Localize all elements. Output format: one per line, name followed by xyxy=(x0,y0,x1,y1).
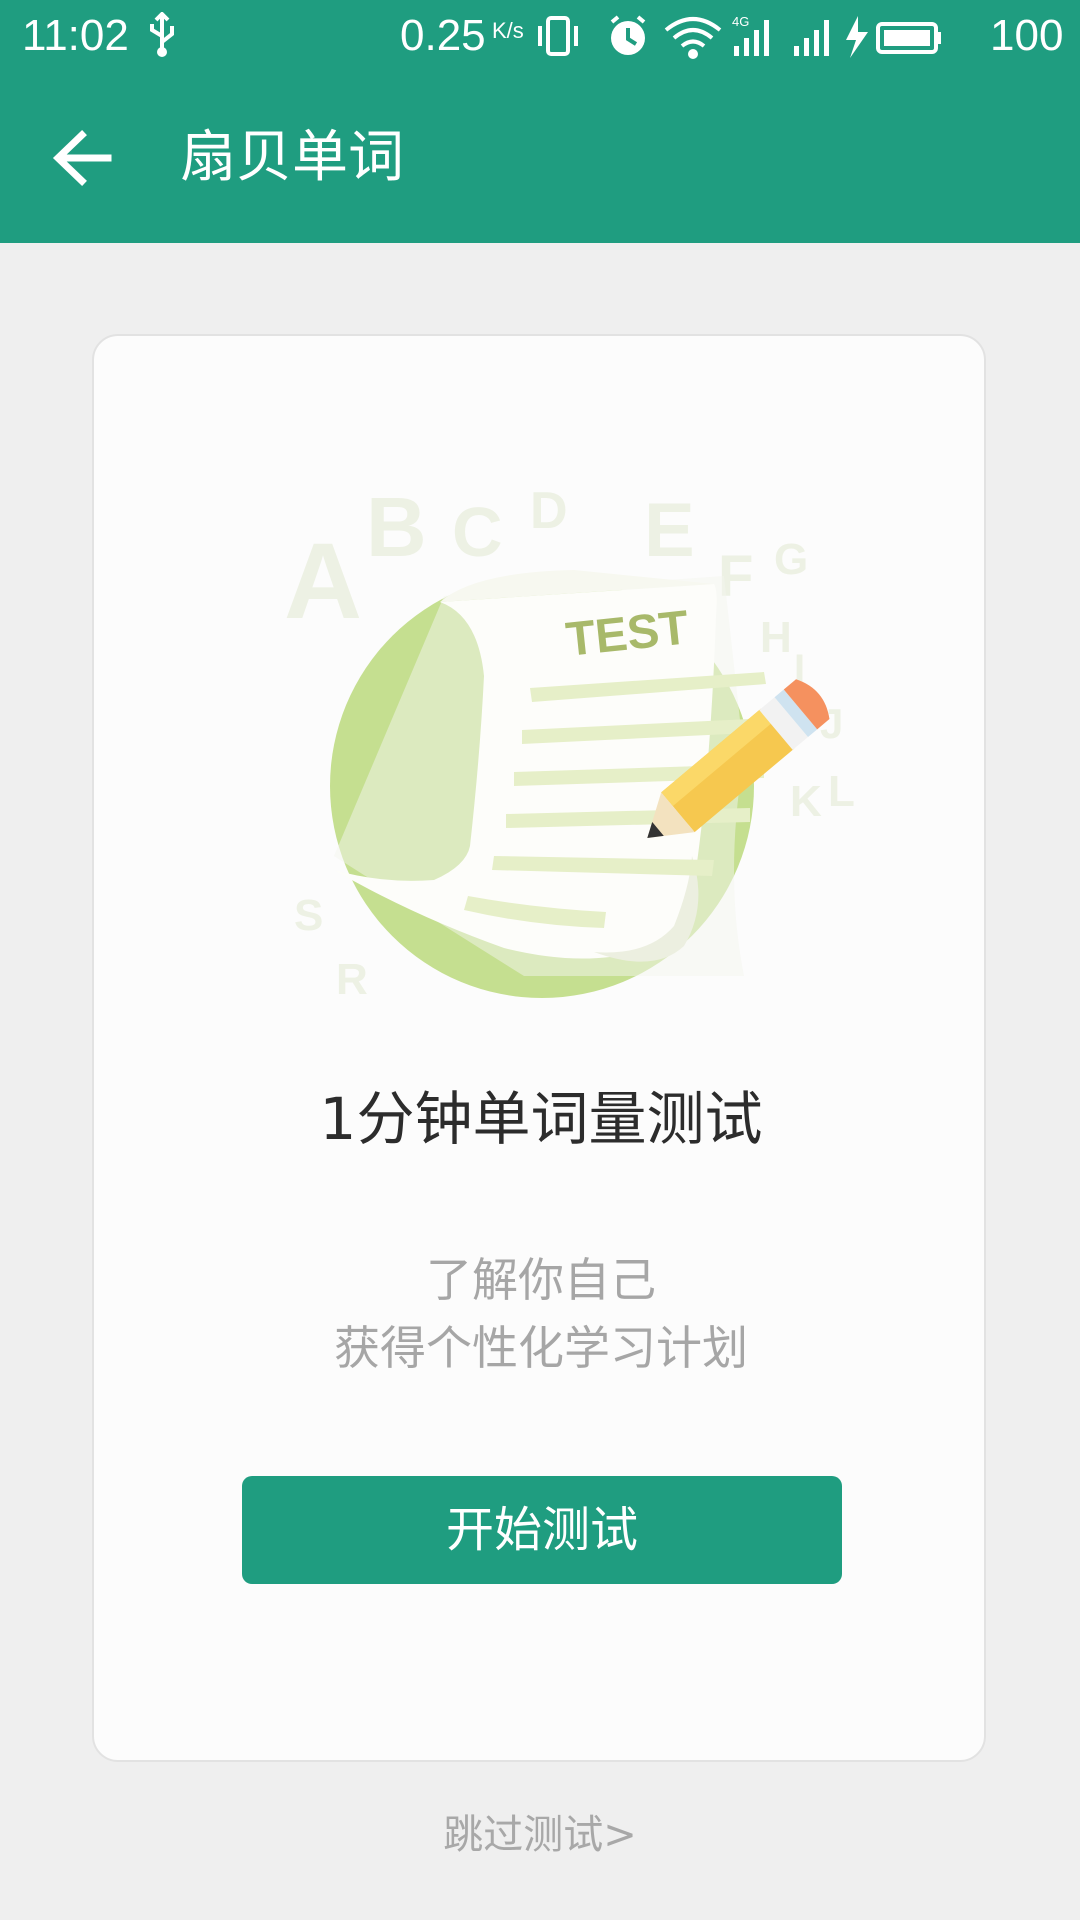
svg-text:4G: 4G xyxy=(732,14,749,29)
status-time: 11:02 xyxy=(22,11,129,60)
letter-k: K xyxy=(790,777,822,826)
vibrate-icon xyxy=(538,16,578,56)
letter-b: B xyxy=(366,480,427,574)
card-description: 了解你自己 获得个性化学习计划 xyxy=(94,1246,988,1382)
letter-l: L xyxy=(828,767,855,816)
network-speed-unit: K/s xyxy=(492,18,524,43)
start-test-button[interactable]: 开始测试 xyxy=(242,1476,842,1584)
app-bar: 扇贝单词 xyxy=(0,75,1080,243)
usb-icon xyxy=(146,11,178,63)
letter-s: S xyxy=(294,891,323,940)
letter-g: G xyxy=(774,535,808,584)
card-title: 1分钟单词量测试 xyxy=(319,1085,763,1153)
description-line-1: 了解你自己 xyxy=(426,1253,656,1307)
signal-icon xyxy=(794,20,829,56)
letter-e: E xyxy=(644,488,695,573)
battery-icon xyxy=(876,22,941,54)
charging-icon xyxy=(846,16,868,58)
letter-h: H xyxy=(760,613,792,662)
page-title: 扇贝单词 xyxy=(180,125,404,190)
test-illustration: A B C D E F G H I J K L S R TEST xyxy=(284,480,855,1004)
status-icons: 4G xyxy=(536,12,976,67)
letter-a: A xyxy=(284,520,362,641)
letter-d: D xyxy=(530,482,568,540)
skip-test-link[interactable]: 跳过测试> xyxy=(0,1808,1080,1862)
wifi-icon xyxy=(664,17,722,59)
status-bar: 11:02 0.25 K/s 4G 100 xyxy=(0,0,1080,75)
signal-4g-icon: 4G xyxy=(732,14,769,56)
network-speed: 0.25 xyxy=(400,11,486,60)
battery-level: 100 xyxy=(990,11,1064,60)
arrow-left-icon xyxy=(52,130,112,186)
letter-r: R xyxy=(336,955,368,1004)
letter-c: C xyxy=(452,493,503,571)
test-card: A B C D E F G H I J K L S R TEST 1分钟单词量测… xyxy=(92,334,986,1762)
description-line-2: 获得个性化学习计划 xyxy=(334,1321,748,1375)
back-button[interactable] xyxy=(40,113,130,203)
alarm-icon xyxy=(610,15,646,55)
